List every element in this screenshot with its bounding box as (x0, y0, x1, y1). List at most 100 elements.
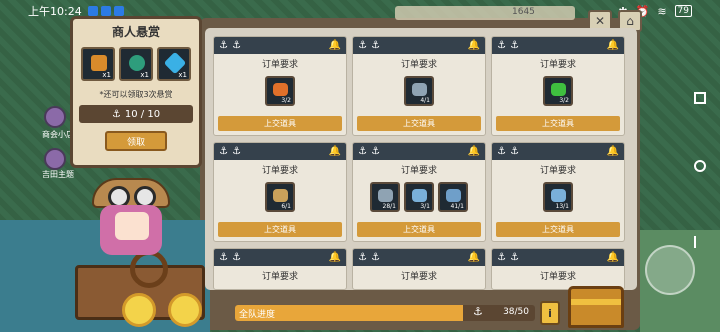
anchor-icon: ⚓ (473, 305, 483, 318)
order-item-slot[interactable]: 3/2 (265, 76, 295, 106)
order-grid: ⚓ ⚓ 🔔 订单要求 3/2 上交道具 ⚓ ⚓ 🔔 订单要求 4/1 上交道具 ⚓ ⚓ … (213, 36, 625, 290)
card-header: ⚓ ⚓ 🔔 (214, 143, 346, 160)
card-title: 订单要求 (400, 166, 437, 176)
order-items: 3/2 (492, 76, 624, 106)
info-button[interactable]: i (540, 301, 560, 325)
bell-icon[interactable]: 🔔 (329, 252, 341, 263)
bounty-note: *还可以领取3次悬赏 (99, 90, 173, 99)
anchor-icon: ⚓ (370, 40, 380, 51)
item-count: 3/2 (559, 97, 569, 104)
card-title: 订单要求 (400, 272, 437, 282)
chest-lid (571, 299, 621, 305)
team-progress-bar: 全队进度 38/50 (235, 305, 535, 321)
bell-icon[interactable]: 🔔 (329, 146, 341, 157)
character-face (115, 212, 149, 240)
order-items: 28/1 3/1 41/1 (353, 182, 485, 212)
reward-slot[interactable]: x1 (119, 47, 153, 81)
item-count: 41/1 (450, 203, 464, 210)
bounty-title: 商人悬赏 (111, 25, 160, 39)
anchor-icon: ⚓ (497, 146, 506, 157)
bell-icon[interactable]: 🔔 (607, 252, 619, 263)
anchor-icon: ⚓ (370, 252, 380, 263)
order-item-slot[interactable]: 41/1 (438, 182, 468, 212)
bell-icon[interactable]: 🔔 (468, 40, 480, 51)
clover-icon (551, 83, 566, 96)
submit-items-button[interactable]: 上交道具 (218, 222, 342, 237)
nav-back-icon[interactable] (694, 236, 706, 248)
order-card: ⚓ ⚓ 🔔 订单要求 (213, 248, 347, 290)
anchor-icon: ⚓ (497, 252, 506, 263)
anchor-icon: ⚓ (497, 40, 506, 51)
order-items: 3/2 (214, 76, 346, 106)
order-card: ⚓ ⚓ 🔔 订单要求 (491, 248, 625, 290)
submit-items-button[interactable]: 上交道具 (357, 222, 481, 237)
fish-icon (551, 189, 566, 202)
card-title: 订单要求 (539, 166, 576, 176)
hud-value: 1645 (512, 7, 535, 17)
swirl-icon (129, 55, 145, 71)
card-title: 订单要求 (539, 60, 576, 70)
order-card: ⚓ ⚓ 🔔 订单要求 3/2 上交道具 (491, 36, 625, 136)
anchor-icon: ⚓ (231, 252, 241, 263)
order-item-slot[interactable]: 4/1 (404, 76, 434, 106)
fish-icon (273, 189, 288, 202)
claim-button[interactable]: 领取 (105, 131, 167, 151)
submit-items-button[interactable]: 上交道具 (496, 222, 620, 237)
anchor-icon: ⚓ (509, 252, 519, 263)
card-header: ⚓ ⚓ 🔔 (353, 249, 485, 266)
home-icon: ⌂ (626, 14, 634, 28)
bell-icon[interactable]: 🔔 (607, 40, 619, 51)
item-count: 4/1 (420, 97, 430, 104)
bounty-rewards: x1 x1 x1 (73, 41, 199, 81)
card-title: 订单要求 (261, 272, 298, 282)
reward-count: x1 (102, 71, 111, 79)
bell-icon[interactable]: 🔔 (329, 40, 341, 51)
character-hat (92, 178, 170, 208)
fish-icon (446, 189, 461, 202)
order-items: 6/1 (214, 182, 346, 212)
order-card: ⚓ ⚓ 🔔 订单要求 13/1 上交道具 (491, 142, 625, 242)
battery-icon: 79 (674, 5, 692, 17)
card-header: ⚓ ⚓ 🔔 (492, 37, 624, 54)
nav-home-icon[interactable] (694, 160, 706, 172)
order-card: ⚓ ⚓ 🔔 订单要求 28/1 3/1 41/1 上交道具 (352, 142, 486, 242)
anchor-icon: ⚓ (358, 40, 367, 51)
anchor-icon: ⚓ (231, 40, 241, 51)
reward-slot[interactable]: x1 (81, 47, 115, 81)
submit-items-button[interactable]: 上交道具 (218, 116, 342, 131)
treasure-chest-button[interactable] (568, 286, 624, 328)
anchor-icon: ⚓ (231, 146, 241, 157)
team-progress-value: 38/50 (503, 307, 529, 317)
order-item-slot[interactable]: 3/2 (543, 76, 573, 106)
order-item-slot[interactable]: 6/1 (265, 182, 295, 212)
order-item-slot[interactable]: 28/1 (370, 182, 400, 212)
bounty-panel: 商人悬赏 x1 x1 x1 *还可以领取3次悬赏 ⚓ 10 / 10 领取 (70, 16, 202, 168)
card-title: 订单要求 (539, 272, 576, 282)
order-card: ⚓ ⚓ 🔔 订单要求 4/1 上交道具 (352, 36, 486, 136)
order-item-slot[interactable]: 3/1 (404, 182, 434, 212)
item-count: 13/1 (555, 203, 569, 210)
order-card: ⚓ ⚓ 🔔 订单要求 6/1 上交道具 (213, 142, 347, 242)
item-count: 3/1 (420, 203, 430, 210)
submit-items-button[interactable]: 上交道具 (357, 116, 481, 131)
reward-slot[interactable]: x1 (157, 47, 191, 81)
bell-icon[interactable]: 🔔 (468, 146, 480, 157)
bell-icon[interactable]: 🔔 (468, 252, 480, 263)
joystick[interactable] (645, 245, 695, 295)
bell-icon[interactable]: 🔔 (607, 146, 619, 157)
theme-icon[interactable] (44, 148, 66, 170)
anchor-icon: ⚓ (509, 146, 519, 157)
submit-items-button[interactable]: 上交道具 (496, 116, 620, 131)
anchor-icon: ⚓ (219, 40, 228, 51)
anchor-icon: ⚓ (219, 146, 228, 157)
anchor-icon: ⚓ (358, 146, 367, 157)
ship-wheel (130, 250, 168, 288)
shop-icon[interactable] (44, 106, 66, 128)
orders-panel: ⚓ ⚓ 🔔 订单要求 3/2 上交道具 ⚓ ⚓ 🔔 订单要求 4/1 上交道具 ⚓ ⚓ … (205, 28, 637, 290)
bounty-progress: ⚓ 10 / 10 (79, 105, 193, 123)
order-card: ⚓ ⚓ 🔔 订单要求 (352, 248, 486, 290)
order-item-slot[interactable]: 13/1 (543, 182, 573, 212)
order-items: 13/1 (492, 182, 624, 212)
nav-recent-icon[interactable] (694, 92, 706, 104)
chest-icon (91, 55, 107, 71)
